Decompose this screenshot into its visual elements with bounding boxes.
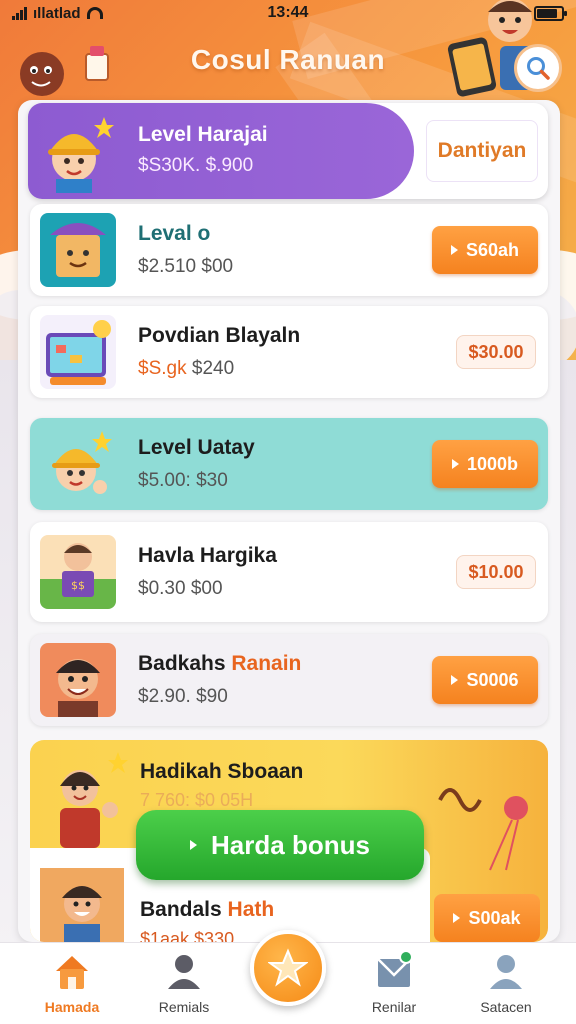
level-row[interactable]: Povdian Blayaln $S.gk $240 $30.00 bbox=[30, 306, 548, 398]
level-title: Leval o bbox=[138, 222, 211, 245]
tab-remials[interactable]: Remials bbox=[134, 943, 234, 1024]
play-icon bbox=[451, 459, 459, 469]
svg-text:$$: $$ bbox=[71, 579, 85, 592]
special-offer-row-title: Bandals Hath bbox=[140, 898, 275, 921]
level-price-chip[interactable]: $30.00 bbox=[456, 335, 536, 369]
man-portrait-thumbnail bbox=[40, 643, 116, 717]
featured-level-card[interactable]: Level Harajai $S30K. $.900 Dantiyan bbox=[28, 103, 548, 199]
level-play-button[interactable]: S0006 bbox=[432, 656, 538, 704]
level-title: Havla Hargika bbox=[138, 544, 277, 567]
featured-level-price: $S30K. $.900 bbox=[138, 155, 254, 176]
level-price: $S.gk $240 bbox=[138, 358, 235, 379]
envelope-icon bbox=[377, 951, 413, 987]
bonus-button[interactable]: Harda bonus bbox=[136, 810, 424, 880]
center-action-button[interactable] bbox=[250, 930, 326, 1006]
block-mascot-thumbnail bbox=[40, 213, 116, 287]
play-icon bbox=[451, 675, 459, 685]
level-title: Level Uatay bbox=[138, 436, 255, 459]
play-icon bbox=[190, 840, 198, 850]
tab-label: Hamada bbox=[44, 999, 100, 1015]
play-icon bbox=[450, 245, 458, 255]
tab-label: Renilar bbox=[371, 999, 417, 1015]
level-play-button[interactable]: 1000b bbox=[432, 440, 538, 488]
level-play-button[interactable]: S60ah bbox=[432, 226, 538, 274]
star-icon bbox=[268, 948, 308, 987]
search-button[interactable] bbox=[514, 44, 562, 92]
level-row[interactable]: Leval o $2.510 $00 S60ah bbox=[30, 204, 548, 296]
level-price-chip[interactable]: $10.00 bbox=[456, 555, 536, 589]
level-price: $2.510 $00 bbox=[138, 256, 234, 277]
special-offer-row-price: $1aak $330 bbox=[140, 929, 235, 942]
mascot-illustration-right bbox=[447, 0, 536, 97]
level-row[interactable]: Badkahs Ranain $2.90. $90 S0006 bbox=[30, 634, 548, 726]
level-title: Povdian Blayaln bbox=[138, 324, 301, 347]
special-offer-play-button[interactable]: S00ak bbox=[434, 894, 540, 942]
level-row[interactable]: Level Uatay $5.00: $30 1000b bbox=[30, 418, 548, 510]
tab-home[interactable]: Hamada bbox=[22, 943, 122, 1024]
builder-girl-avatar bbox=[48, 117, 114, 193]
search-icon bbox=[527, 57, 550, 80]
tab-renilar[interactable]: Renilar bbox=[344, 943, 444, 1024]
tab-label: Satacen bbox=[480, 999, 532, 1015]
special-offer-title: Hadikah Sboaan bbox=[140, 760, 304, 783]
tab-satacen[interactable]: Satacen bbox=[456, 943, 556, 1024]
level-row[interactable]: $$ Havla Hargika $0.30 $00 $10.00 bbox=[30, 522, 548, 622]
decorative-doodle-illustration bbox=[438, 788, 528, 871]
featured-level-action-button[interactable]: Dantiyan bbox=[426, 120, 538, 182]
tab-label: Remials bbox=[158, 999, 210, 1015]
featured-level-title: Level Harajai bbox=[138, 123, 268, 146]
play-icon bbox=[453, 913, 461, 923]
profile-icon bbox=[490, 955, 522, 989]
level-price: $2.90. $90 bbox=[138, 686, 228, 707]
person-icon bbox=[168, 955, 200, 989]
house-icon bbox=[56, 956, 88, 989]
level-price: $0.30 $00 bbox=[138, 578, 223, 599]
level-price: $5.00: $30 bbox=[138, 470, 228, 491]
tablet-thumbnail bbox=[40, 315, 116, 389]
boy-collage-thumbnail bbox=[40, 868, 124, 942]
waving-woman-illustration bbox=[60, 752, 128, 848]
special-offer-faint-price: 7 760: $0 05H bbox=[140, 790, 254, 810]
level-title: Badkahs Ranain bbox=[138, 652, 302, 675]
builder-girl-thumbnail bbox=[52, 431, 112, 494]
boy-sign-thumbnail: $$ bbox=[40, 535, 116, 609]
